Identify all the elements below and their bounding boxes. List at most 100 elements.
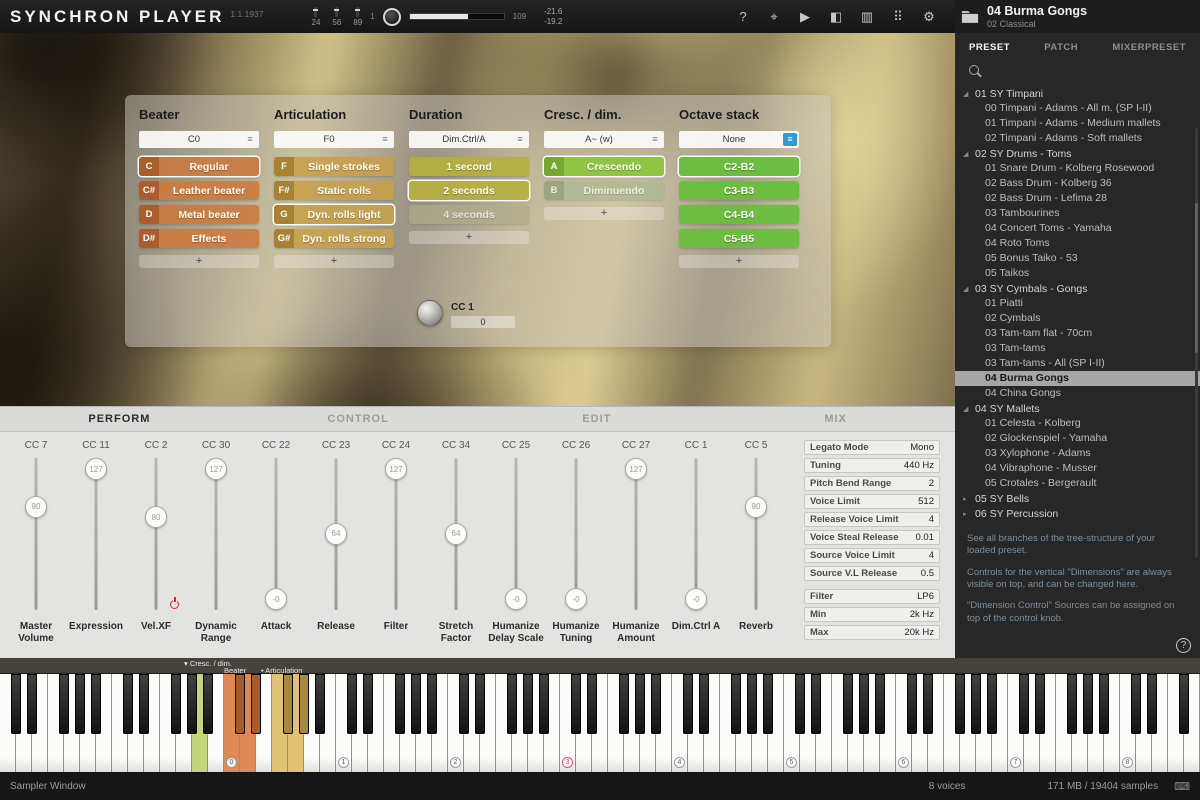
tree-parent[interactable]: ◢01 SY Timpani bbox=[955, 86, 1200, 101]
black-key[interactable] bbox=[1083, 674, 1093, 734]
fader-track[interactable]: 90 bbox=[25, 458, 47, 610]
mini-fader[interactable]: 56 bbox=[332, 7, 341, 27]
knob-value[interactable]: 0 bbox=[451, 316, 515, 328]
black-key[interactable] bbox=[1019, 674, 1029, 734]
tree-item[interactable]: 02 Cymbals bbox=[955, 311, 1200, 326]
setting-row-source-v-l-release[interactable]: Source V.L Release0.5 bbox=[804, 566, 940, 581]
fader-handle[interactable]: 90 bbox=[25, 496, 47, 518]
black-key[interactable] bbox=[363, 674, 373, 734]
black-key[interactable] bbox=[139, 674, 149, 734]
black-key[interactable] bbox=[123, 674, 133, 734]
dimension-item[interactable]: C3-B3 bbox=[679, 181, 799, 200]
fader-handle[interactable]: -0 bbox=[685, 588, 707, 610]
black-key[interactable] bbox=[971, 674, 981, 734]
sidebar-tab-patch[interactable]: PATCH bbox=[1044, 42, 1078, 53]
setting-row-filter[interactable]: FilterLP6 bbox=[804, 589, 940, 604]
dimension-item[interactable]: C4-B4 bbox=[679, 205, 799, 224]
tab-edit[interactable]: EDIT bbox=[478, 407, 717, 431]
dimension-item[interactable]: C2-B2 bbox=[679, 157, 799, 176]
dimension-item[interactable]: GDyn. rolls light bbox=[274, 205, 394, 224]
black-key[interactable] bbox=[251, 674, 261, 734]
fader-handle[interactable]: 64 bbox=[325, 523, 347, 545]
contrast-icon[interactable]: ◧ bbox=[828, 9, 844, 25]
black-key[interactable] bbox=[235, 674, 245, 734]
tree-item[interactable]: 00 Timpani - Adams - All m. (SP I-II) bbox=[955, 101, 1200, 116]
add-slot-button[interactable]: + bbox=[409, 231, 529, 244]
black-key[interactable] bbox=[699, 674, 709, 734]
black-key[interactable] bbox=[587, 674, 597, 734]
black-key[interactable] bbox=[923, 674, 933, 734]
fader-track[interactable]: 127 bbox=[205, 458, 227, 610]
setting-row-source-voice-limit[interactable]: Source Voice Limit4 bbox=[804, 548, 940, 563]
black-key[interactable] bbox=[75, 674, 85, 734]
dimension-item[interactable]: D#Effects bbox=[139, 229, 259, 248]
black-key[interactable] bbox=[859, 674, 869, 734]
dimension-item[interactable]: 2 seconds bbox=[409, 181, 529, 200]
black-key[interactable] bbox=[1131, 674, 1141, 734]
power-icon[interactable] bbox=[170, 600, 179, 609]
fader-track[interactable]: 80 bbox=[145, 458, 167, 610]
setting-row-min[interactable]: Min2k Hz bbox=[804, 607, 940, 622]
black-key[interactable] bbox=[843, 674, 853, 734]
tree-parent[interactable]: ◢04 SY Mallets bbox=[955, 401, 1200, 416]
tree-item[interactable]: 02 Bass Drum - Kolberg 36 bbox=[955, 176, 1200, 191]
fader-handle[interactable]: 90 bbox=[745, 496, 767, 518]
add-slot-button[interactable]: + bbox=[679, 255, 799, 268]
black-key[interactable] bbox=[539, 674, 549, 734]
fader-track[interactable]: 64 bbox=[445, 458, 467, 610]
fader-handle[interactable]: -0 bbox=[565, 588, 587, 610]
layers-icon[interactable]: ≡ bbox=[648, 133, 662, 146]
dimension-item[interactable]: BDiminuendo bbox=[544, 181, 664, 200]
black-key[interactable] bbox=[1035, 674, 1045, 734]
dimension-control-knob[interactable] bbox=[417, 300, 443, 326]
setting-row-release-voice-limit[interactable]: Release Voice Limit4 bbox=[804, 512, 940, 527]
black-key[interactable] bbox=[459, 674, 469, 734]
pianoroll-icon[interactable]: ▥ bbox=[859, 9, 875, 25]
help-icon[interactable]: ? bbox=[735, 9, 751, 24]
dimension-item[interactable]: FSingle strokes bbox=[274, 157, 394, 176]
black-key[interactable] bbox=[795, 674, 805, 734]
layers-icon[interactable]: ≡ bbox=[783, 133, 797, 146]
tree-item[interactable]: 05 Taikos bbox=[955, 266, 1200, 281]
dimension-item[interactable]: 1 second bbox=[409, 157, 529, 176]
black-key[interactable] bbox=[1099, 674, 1109, 734]
fader-handle[interactable]: 127 bbox=[385, 458, 407, 480]
fader-handle[interactable]: 127 bbox=[205, 458, 227, 480]
mini-fader[interactable]: 89 bbox=[353, 7, 362, 27]
tree-item[interactable]: 01 Celesta - Kolberg bbox=[955, 416, 1200, 431]
black-key[interactable] bbox=[619, 674, 629, 734]
tree-parent[interactable]: ◢03 SY Cymbals - Gongs bbox=[955, 281, 1200, 296]
keyboard-icon[interactable]: ⌨ bbox=[1174, 780, 1190, 793]
layers-icon[interactable]: ≡ bbox=[378, 133, 392, 146]
black-key[interactable] bbox=[651, 674, 661, 734]
black-key[interactable] bbox=[315, 674, 325, 734]
dimension-item[interactable]: CRegular bbox=[139, 157, 259, 176]
tree-item[interactable]: 02 Timpani - Adams - Soft mallets bbox=[955, 131, 1200, 146]
add-slot-button[interactable]: + bbox=[274, 255, 394, 268]
black-key[interactable] bbox=[571, 674, 581, 734]
black-key[interactable] bbox=[395, 674, 405, 734]
black-key[interactable] bbox=[187, 674, 197, 734]
tree-item[interactable]: 04 China Gongs bbox=[955, 386, 1200, 401]
dimension-dropdown[interactable]: Dim.Ctrl/A≡ bbox=[409, 131, 529, 148]
black-key[interactable] bbox=[763, 674, 773, 734]
random-icon[interactable]: ⠿ bbox=[890, 9, 906, 25]
fader-track[interactable]: -0 bbox=[685, 458, 707, 610]
black-key[interactable] bbox=[203, 674, 213, 734]
black-key[interactable] bbox=[811, 674, 821, 734]
black-key[interactable] bbox=[1067, 674, 1077, 734]
layers-icon[interactable]: ≡ bbox=[243, 133, 257, 146]
sidebar-tab-mixerpreset[interactable]: MIXERPRESET bbox=[1112, 42, 1186, 53]
tree-item[interactable]: 04 Vibraphone - Musser bbox=[955, 461, 1200, 476]
help-icon-sidebar[interactable]: ? bbox=[1176, 638, 1191, 653]
dimension-item[interactable]: C5-B5 bbox=[679, 229, 799, 248]
black-key[interactable] bbox=[987, 674, 997, 734]
black-key[interactable] bbox=[11, 674, 21, 734]
fader-track[interactable]: 90 bbox=[745, 458, 767, 610]
fader-track[interactable]: -0 bbox=[265, 458, 287, 610]
black-key[interactable] bbox=[955, 674, 965, 734]
black-key[interactable] bbox=[475, 674, 485, 734]
fader-track[interactable]: 127 bbox=[385, 458, 407, 610]
tree-item[interactable]: 03 Tam-tams bbox=[955, 341, 1200, 356]
black-key[interactable] bbox=[875, 674, 885, 734]
